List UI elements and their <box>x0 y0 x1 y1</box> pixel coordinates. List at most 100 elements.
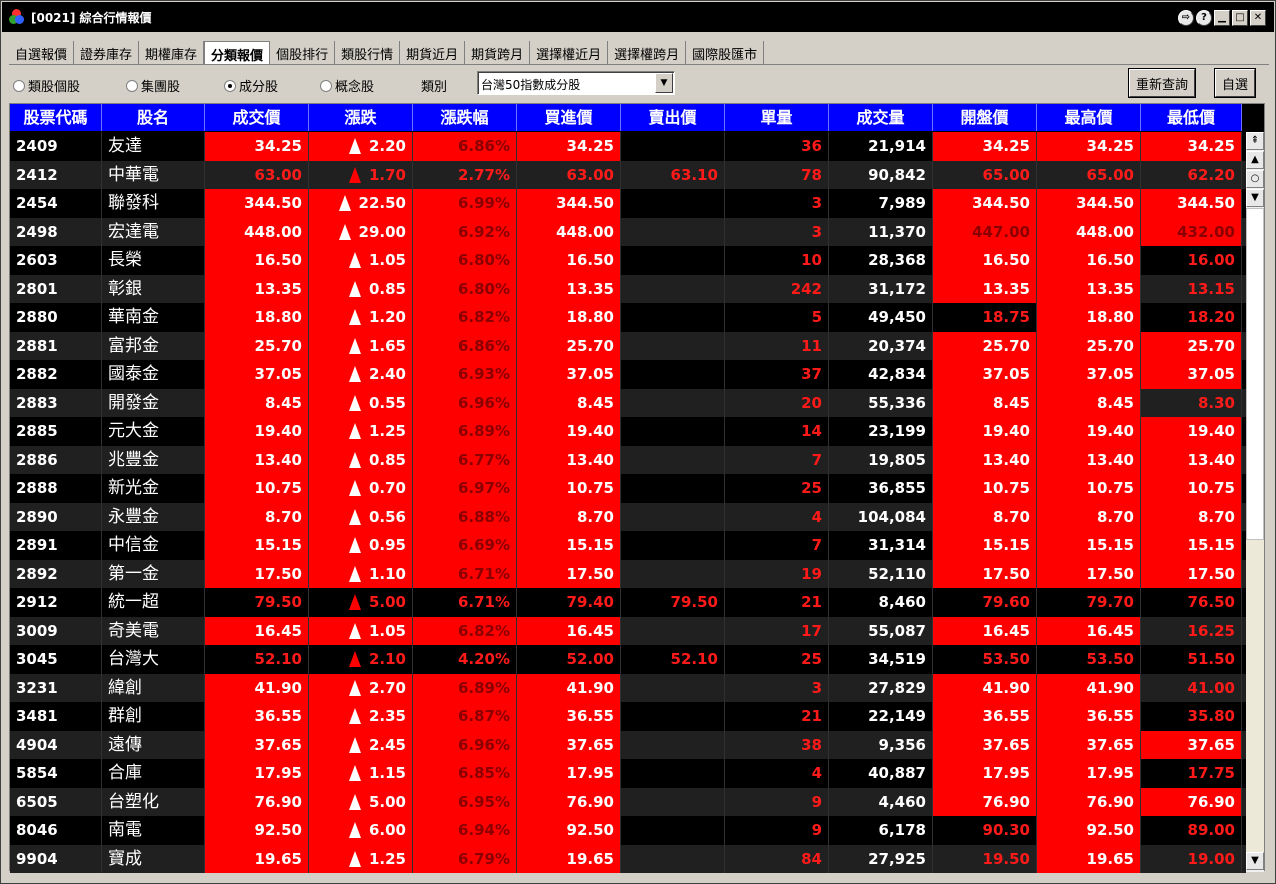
table-row[interactable]: 2886 兆豐金 13.40 0.85 6.77% 13.40 7 19,805 13.40 13… <box>10 445 1246 474</box>
column-header[interactable]: 漲跌 <box>309 104 413 131</box>
cell-low: 16.00 <box>1141 246 1242 275</box>
table-row[interactable]: 2912 統一超 79.50 5.00 6.71% 79.40 79.50 21 8,460 79… <box>10 588 1246 617</box>
close-button[interactable]: ✕ <box>1250 10 1266 26</box>
minimize-button[interactable]: ▁ <box>1214 10 1230 26</box>
vertical-scrollbar[interactable]: ⇞ ▲ ○ ▼ ▼ <box>1246 132 1264 872</box>
cell-chg: 1.05 <box>309 616 413 645</box>
table-row[interactable]: 2409 友達 34.25 2.20 6.86% 34.25 36 21,914 34.25 34… <box>10 132 1246 161</box>
pin-icon[interactable]: ⇨ <box>1178 10 1194 26</box>
column-header[interactable]: 成交價 <box>205 104 309 131</box>
cell-price: 8.45 <box>205 388 309 417</box>
scroll-up-icon[interactable]: ▲ <box>1246 151 1264 169</box>
table-row[interactable]: 3009 奇美電 16.45 1.05 6.82% 16.45 17 55,087 16.45 1… <box>10 616 1246 645</box>
help-icon[interactable]: ? <box>1196 10 1212 26</box>
cell-bid: 37.65 <box>517 730 621 759</box>
table-row[interactable]: 2881 富邦金 25.70 1.65 6.86% 25.70 11 20,374 25.70 2… <box>10 331 1246 360</box>
table-row[interactable]: 2892 第一金 17.50 1.10 6.71% 17.50 19 52,110 17.50 1… <box>10 559 1246 588</box>
chevron-down-icon[interactable]: ▼ <box>655 73 673 93</box>
table-row[interactable]: 2880 華南金 18.80 1.20 6.82% 18.80 5 49,450 18.75 18… <box>10 303 1246 332</box>
tab-4[interactable]: 個股排行 <box>270 41 336 65</box>
cell-pct: 6.82% <box>413 303 517 332</box>
maximize-button[interactable]: □ <box>1232 10 1248 26</box>
cell-name: 緯創 <box>102 673 205 702</box>
table-row[interactable]: 9904 寶成 19.65 1.25 6.79% 19.65 84 27,925 19.50 19… <box>10 844 1246 873</box>
tab-9[interactable]: 選擇權跨月 <box>608 41 687 65</box>
column-header[interactable]: 漲跌幅 <box>413 104 517 131</box>
scroll-down-icon[interactable]: ▼ <box>1246 189 1264 207</box>
tab-8[interactable]: 選擇權近月 <box>530 41 609 65</box>
cell-pct: 6.80% <box>413 274 517 303</box>
scroll-top-icon[interactable]: ⇞ <box>1246 132 1264 150</box>
column-header[interactable]: 開盤價 <box>933 104 1037 131</box>
tab-0[interactable]: 自選報價 <box>9 41 75 65</box>
cell-pct: 6.93% <box>413 360 517 389</box>
column-header[interactable]: 股票代碼 <box>10 104 102 131</box>
radio-concept-stock[interactable]: 概念股 <box>320 76 374 95</box>
title-bar[interactable]: [0021] 綜合行情報價 ⇨ ? ▁ □ ✕ <box>2 2 1274 32</box>
radio-group-stock[interactable]: 集團股 <box>126 76 180 95</box>
column-header[interactable]: 買進價 <box>517 104 621 131</box>
change-value: 1.25 <box>368 422 406 440</box>
scroll-thumb[interactable] <box>1246 208 1264 540</box>
tab-1[interactable]: 證券庫存 <box>74 41 140 65</box>
cell-ask <box>621 816 725 845</box>
table-row[interactable]: 2498 宏達電 448.00 29.00 6.92% 448.00 3 11,370 447.… <box>10 217 1246 246</box>
table-row[interactable]: 2801 彰銀 13.35 0.85 6.80% 13.35 242 31,172 13.35 1… <box>10 274 1246 303</box>
cell-code: 2882 <box>10 360 102 389</box>
table-row[interactable]: 3481 群創 36.55 2.35 6.87% 36.55 21 22,149 36.55 36… <box>10 702 1246 731</box>
table-row[interactable]: 3045 台灣大 52.10 2.10 4.20% 52.00 52.10 25 34,519 5… <box>10 645 1246 674</box>
tab-5[interactable]: 類股行情 <box>335 41 401 65</box>
tab-3[interactable]: 分類報價 <box>204 41 271 65</box>
up-arrow-icon <box>348 451 361 468</box>
table-row[interactable]: 2891 中信金 15.15 0.95 6.69% 15.15 7 31,314 15.15 15… <box>10 531 1246 560</box>
cell-pct: 2.77% <box>413 160 517 189</box>
column-header[interactable]: 最高價 <box>1037 104 1141 131</box>
column-header[interactable]: 股名 <box>102 104 205 131</box>
up-arrow-icon <box>348 508 361 525</box>
scroll-bottom-icon[interactable]: ▼ <box>1246 852 1264 870</box>
cell-code: 3009 <box>10 616 102 645</box>
table-row[interactable]: 2890 永豐金 8.70 0.56 6.88% 8.70 4 104,084 8.70 8.70… <box>10 502 1246 531</box>
column-header[interactable]: 最低價 <box>1141 104 1242 131</box>
column-header[interactable]: 單量 <box>725 104 829 131</box>
change-value: 2.35 <box>368 707 406 725</box>
table-row[interactable]: 2412 中華電 63.00 1.70 2.77% 63.00 63.10 78 90,842 6… <box>10 160 1246 189</box>
cell-ask <box>621 246 725 275</box>
table-row[interactable]: 2882 國泰金 37.05 2.40 6.93% 37.05 37 42,834 37.05 3… <box>10 360 1246 389</box>
table-row[interactable]: 4904 遠傳 37.65 2.45 6.96% 37.65 38 9,356 37.65 37.… <box>10 730 1246 759</box>
table-row[interactable]: 2603 長榮 16.50 1.05 6.80% 16.50 10 28,368 16.50 16… <box>10 246 1246 275</box>
tab-7[interactable]: 期貨跨月 <box>465 41 531 65</box>
cell-high: 17.50 <box>1037 559 1141 588</box>
change-value: 0.85 <box>368 450 406 469</box>
cell-chg: 1.05 <box>309 246 413 275</box>
category-select[interactable]: 台灣50指數成分股 ▼ <box>477 71 675 95</box>
table-row[interactable]: 5854 合庫 17.95 1.15 6.85% 17.95 4 40,887 17.95 17.… <box>10 759 1246 788</box>
tab-10[interactable]: 國際股匯市 <box>686 41 765 65</box>
cell-high: 15.15 <box>1037 531 1141 560</box>
tab-6[interactable]: 期貨近月 <box>400 41 466 65</box>
scroll-home-icon[interactable]: ○ <box>1246 170 1264 188</box>
cell-vol: 28,368 <box>829 246 933 275</box>
table-row[interactable]: 6505 台塑化 76.90 5.00 6.95% 76.90 9 4,460 76.90 76.… <box>10 787 1246 816</box>
cell-price: 76.90 <box>205 787 309 816</box>
table-row[interactable]: 2885 元大金 19.40 1.25 6.89% 19.40 14 23,199 19.40 1… <box>10 417 1246 446</box>
cell-chg: 22.50 <box>309 189 413 218</box>
cell-qty: 11 <box>725 331 829 360</box>
custom-button[interactable]: 自選 <box>1213 68 1257 98</box>
tab-2[interactable]: 期權庫存 <box>139 41 205 65</box>
change-value: 1.70 <box>368 165 406 184</box>
radio-component-stock[interactable]: 成分股 <box>224 76 278 95</box>
column-header[interactable]: 成交量 <box>829 104 933 131</box>
table-row[interactable]: 2888 新光金 10.75 0.70 6.97% 10.75 25 36,855 10.75 1… <box>10 474 1246 503</box>
refresh-button[interactable]: 重新查詢 <box>1127 68 1197 98</box>
radio-category-stock[interactable]: 類股個股 <box>13 76 80 95</box>
cell-code: 2454 <box>10 189 102 218</box>
column-header[interactable]: 賣出價 <box>621 104 725 131</box>
cell-pct: 6.89% <box>413 417 517 446</box>
table-row[interactable]: 8046 南電 92.50 6.00 6.94% 92.50 9 6,178 90.30 92.5… <box>10 816 1246 845</box>
cell-high: 76.90 <box>1037 787 1141 816</box>
table-row[interactable]: 2454 聯發科 344.50 22.50 6.99% 344.50 3 7,989 344.5… <box>10 189 1246 218</box>
cell-code: 2891 <box>10 531 102 560</box>
table-row[interactable]: 3231 緯創 41.90 2.70 6.89% 41.90 3 27,829 41.90 41.… <box>10 673 1246 702</box>
table-row[interactable]: 2883 開發金 8.45 0.55 6.96% 8.45 20 55,336 8.45 8.45… <box>10 388 1246 417</box>
